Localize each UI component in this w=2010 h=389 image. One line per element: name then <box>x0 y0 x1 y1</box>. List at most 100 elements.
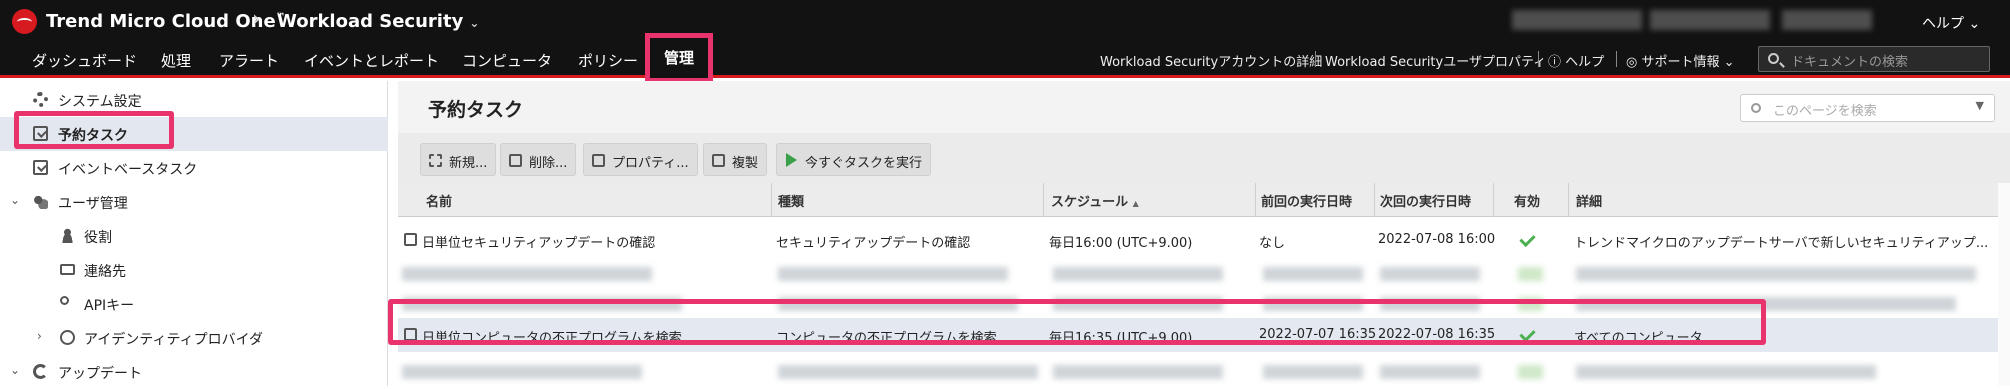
help-menu[interactable]: ヘルプ ⌄ <box>1922 13 1980 33</box>
highlight-frame <box>14 111 174 149</box>
redacted-account-info <box>1782 10 1872 30</box>
sidebar-item-event-based-tasks[interactable]: イベントベースタスク <box>0 151 388 185</box>
task-icon <box>33 160 48 175</box>
chevron-down-icon[interactable]: ⌄ <box>10 363 20 377</box>
properties-icon <box>592 154 605 167</box>
column-divider[interactable] <box>1493 183 1494 217</box>
sidebar-item-identity-providers[interactable]: › アイデンティティプロバイダ <box>0 321 388 355</box>
key-icon <box>60 296 69 305</box>
nav-computers[interactable]: コンピュータ <box>462 50 552 71</box>
redacted-row <box>398 257 1998 291</box>
divider <box>1538 51 1539 67</box>
sidebar-item-roles[interactable]: 役割 <box>0 219 388 253</box>
column-divider[interactable] <box>1568 183 1569 217</box>
column-divider[interactable] <box>1043 183 1044 217</box>
account-details-link[interactable]: Workload Securityアカウントの詳細 <box>1100 51 1322 70</box>
support-menu[interactable]: ◎ サポート情報 ⌄ <box>1626 51 1735 70</box>
help-circle-icon: ⓘ <box>1548 55 1566 70</box>
role-icon <box>60 228 75 243</box>
nav-events-reports[interactable]: イベントとレポート <box>304 50 439 71</box>
sidebar-item-label: 連絡先 <box>84 264 126 280</box>
sort-ascending-icon: ▲ <box>1132 199 1139 208</box>
chevron-down-icon[interactable]: ⌄ <box>10 193 20 207</box>
new-icon <box>429 154 442 167</box>
help-link[interactable]: ⓘ ヘルプ <box>1548 51 1604 70</box>
product-switcher[interactable]: Workload Security ⌄ <box>277 11 479 32</box>
column-header-type[interactable]: 種類 <box>778 191 804 210</box>
divider <box>1616 51 1617 67</box>
cell-schedule: 毎日16:00 (UTC+9.00) <box>1049 236 1193 251</box>
trash-icon <box>509 154 522 167</box>
lifebuoy-icon: ◎ <box>1626 55 1642 70</box>
chevron-right-icon[interactable]: › <box>37 329 42 343</box>
sidebar-item-api-keys[interactable]: APIキー <box>0 287 388 321</box>
cell-type: セキュリティアップデートの確認 <box>776 236 971 251</box>
properties-button[interactable]: プロパティ... <box>583 143 698 176</box>
breadcrumb-separator-icon: › <box>252 7 261 32</box>
column-header-next-run[interactable]: 次回の実行日時 <box>1380 191 1471 210</box>
new-button[interactable]: 新規... <box>420 143 497 176</box>
column-header-last-run[interactable]: 前回の実行日時 <box>1261 191 1352 210</box>
nav-alerts[interactable]: アラート <box>219 50 279 71</box>
column-divider[interactable] <box>1255 183 1256 217</box>
chevron-down-icon[interactable]: ▼ <box>1976 99 1984 112</box>
column-header-name[interactable]: 名前 <box>426 191 452 210</box>
docs-search-input[interactable]: ドキュメントの検索 <box>1758 46 1990 72</box>
delete-button[interactable]: 削除... <box>500 143 577 176</box>
update-icon <box>33 364 48 379</box>
chevron-down-icon: ⌄ <box>469 16 480 30</box>
sidebar-item-label: 役割 <box>84 230 112 246</box>
cell-details: トレンドマイクロのアップデートサーバで新しいセキュリティアップ... <box>1574 236 1989 251</box>
search-icon <box>1751 103 1761 113</box>
column-divider[interactable] <box>771 183 772 217</box>
table-row[interactable]: 日単位セキュリティアップデートの確認 セキュリティアップデートの確認 毎日16:… <box>398 223 1998 257</box>
brand-name[interactable]: Trend Micro Cloud One™ <box>46 11 286 32</box>
gear-icon <box>33 92 48 107</box>
globe-icon <box>60 330 75 345</box>
duplicate-button[interactable]: 複製 <box>703 143 768 176</box>
cell-next-run: 2022-07-08 16:00 <box>1378 232 1496 247</box>
toolbar: 新規... 削除... プロパティ... 複製 今すぐタスクを実行 <box>398 133 2010 183</box>
search-icon <box>1768 53 1779 64</box>
trend-micro-logo-icon[interactable] <box>12 9 37 34</box>
sidebar-item-label: イベントベースタスク <box>58 162 198 178</box>
sidebar-item-label: システム設定 <box>58 94 142 110</box>
table-header: 名前 種類 スケジュール ▲ 前回の実行日時 次回の実行日時 有効 詳細 <box>398 183 1998 217</box>
main-nav: ダッシュボード 処理 アラート イベントとレポート コンピュータ ポリシー 管理… <box>0 33 2010 83</box>
sidebar-item-updates[interactable]: ⌄ アップデート <box>0 355 388 389</box>
sidebar-item-contacts[interactable]: 連絡先 <box>0 253 388 287</box>
nav-policies[interactable]: ポリシー <box>578 50 638 71</box>
play-icon <box>786 153 797 167</box>
users-icon <box>33 194 48 209</box>
contact-card-icon <box>60 264 75 275</box>
nav-actions[interactable]: 処理 <box>161 50 191 71</box>
redacted-account-info <box>1512 10 1642 30</box>
enabled-check-icon <box>1519 230 1536 248</box>
highlight-frame <box>388 299 1766 345</box>
scrollbar[interactable] <box>1998 183 2010 386</box>
top-bar: Trend Micro Cloud One™ › Workload Securi… <box>0 0 2010 42</box>
sidebar-item-label: アップデート <box>58 366 142 382</box>
user-properties-link[interactable]: Workload Securityユーザプロパティ <box>1325 51 1546 70</box>
duplicate-icon <box>712 154 725 167</box>
page-title: 予約タスク <box>428 99 524 121</box>
cell-last-run: なし <box>1259 236 1286 251</box>
scheduled-task-icon <box>404 233 417 246</box>
run-task-now-button[interactable]: 今すぐタスクを実行 <box>776 143 932 176</box>
cell-name: 日単位セキュリティアップデートの確認 <box>422 236 656 251</box>
divider <box>1315 51 1316 67</box>
column-header-enabled[interactable]: 有効 <box>1514 191 1540 210</box>
redacted-row <box>398 355 1998 389</box>
sidebar-item-user-management[interactable]: ⌄ ユーザ管理 <box>0 185 388 219</box>
redacted-account-info <box>1650 10 1770 30</box>
page-search-input[interactable]: このページを検索 ▼ <box>1740 94 1995 122</box>
nav-administration[interactable]: 管理 <box>644 33 714 83</box>
sidebar-item-label: ユーザ管理 <box>58 196 128 212</box>
sidebar-item-label: APIキー <box>84 298 135 314</box>
scheduled-tasks-table: 名前 種類 スケジュール ▲ 前回の実行日時 次回の実行日時 有効 詳細 日単位… <box>398 183 1998 386</box>
column-header-schedule[interactable]: スケジュール ▲ <box>1051 191 1139 210</box>
column-header-details[interactable]: 詳細 <box>1576 191 1602 210</box>
sidebar-item-label: アイデンティティプロバイダ <box>84 332 264 348</box>
nav-dashboard[interactable]: ダッシュボード <box>32 50 137 71</box>
column-divider[interactable] <box>1374 183 1375 217</box>
